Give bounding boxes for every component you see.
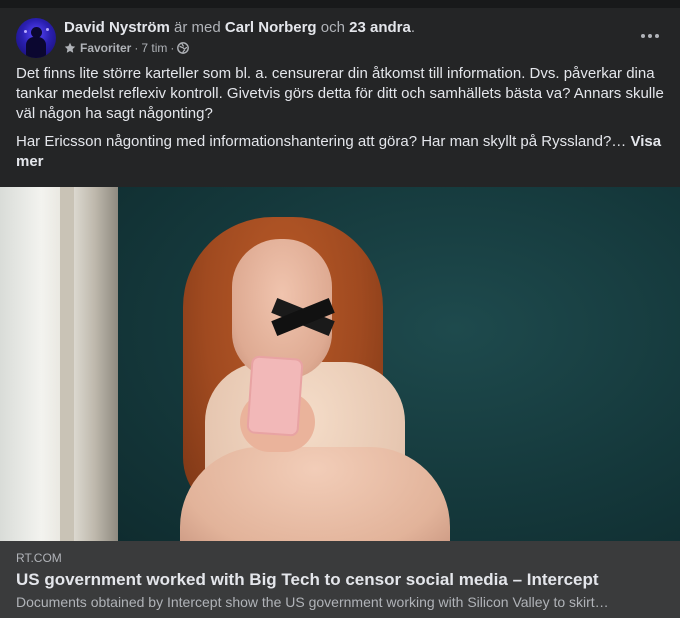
avatar-figure-body [26, 37, 46, 58]
avatar-detail [24, 30, 27, 33]
and-text: och [320, 19, 345, 36]
link-preview-image[interactable] [0, 187, 680, 541]
post-author-line: David Nyström är med Carl Norberg och 23… [64, 18, 415, 38]
avatar-detail [46, 28, 49, 31]
image-phone [246, 355, 304, 437]
link-preview[interactable]: RT.COM US government worked with Big Tec… [0, 541, 680, 618]
feed-separator [0, 0, 680, 8]
post-header: David Nyström är med Carl Norberg och 23… [16, 18, 664, 60]
tagged-person[interactable]: Carl Norberg [225, 19, 317, 36]
post-meta: Favoriter · 7 tim · [64, 40, 190, 56]
tagged-others[interactable]: 23 andra [349, 19, 411, 36]
image-window-frame [60, 187, 74, 541]
author-name[interactable]: David Nyström [64, 19, 170, 36]
post-time[interactable]: 7 tim [141, 40, 167, 56]
post-paragraph-2: Har Ericsson någonting med informationsh… [16, 132, 666, 172]
globe-icon[interactable] [177, 42, 190, 54]
period: . [410, 19, 415, 36]
image-knees [180, 447, 450, 541]
with-text: är med [174, 19, 221, 36]
link-domain: RT.COM [16, 551, 62, 565]
meta-separator: · [170, 41, 175, 55]
post-card: David Nyström är med Carl Norberg och 23… [0, 0, 680, 618]
image-window [0, 187, 118, 541]
post-paragraph-text: Har Ericsson någonting med informationsh… [16, 133, 627, 150]
audience-label[interactable]: Favoriter [80, 40, 131, 56]
more-dot [648, 34, 652, 38]
link-title[interactable]: US government worked with Big Tech to ce… [16, 569, 599, 591]
post-text: Det finns lite större karteller som bl. … [16, 64, 666, 180]
more-options-icon[interactable] [636, 24, 664, 48]
meta-separator: · [134, 41, 139, 55]
avatar[interactable] [16, 18, 56, 58]
link-description: Documents obtained by Intercept show the… [16, 594, 609, 610]
star-icon [64, 42, 76, 54]
more-dot [655, 34, 659, 38]
more-dot [641, 34, 645, 38]
post-paragraph: Det finns lite större karteller som bl. … [16, 65, 664, 122]
